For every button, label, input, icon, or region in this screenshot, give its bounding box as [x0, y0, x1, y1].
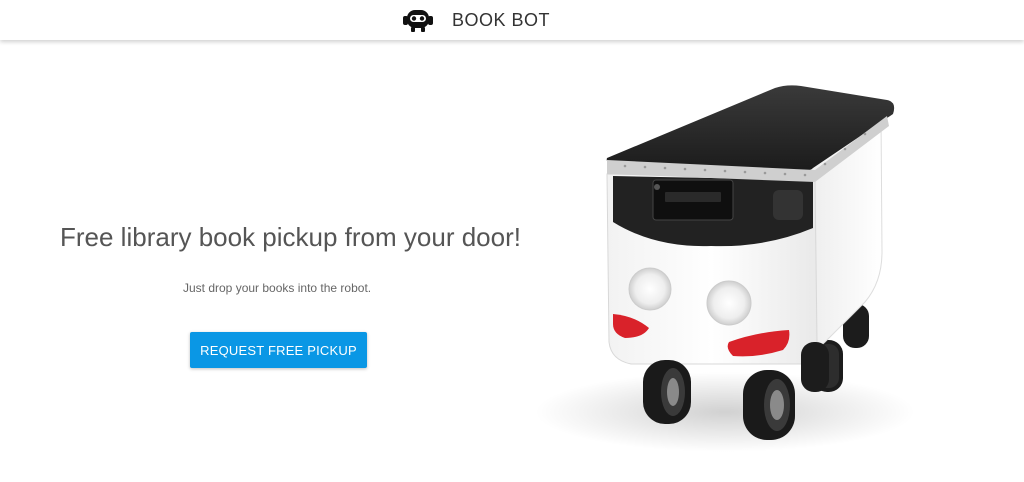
brand[interactable]: BOOK BOT	[402, 7, 550, 33]
robot-logo-icon	[403, 10, 433, 32]
request-pickup-button[interactable]: REQUEST FREE PICKUP	[190, 332, 367, 368]
hero-subtext: Just drop your books into the robot.	[183, 281, 372, 295]
top-navbar: BOOK BOT	[0, 0, 1024, 40]
delivery-robot-image	[535, 85, 915, 452]
brand-name: BOOK BOT	[452, 10, 551, 30]
hero-headline: Free library book pickup from your door!	[60, 222, 521, 252]
